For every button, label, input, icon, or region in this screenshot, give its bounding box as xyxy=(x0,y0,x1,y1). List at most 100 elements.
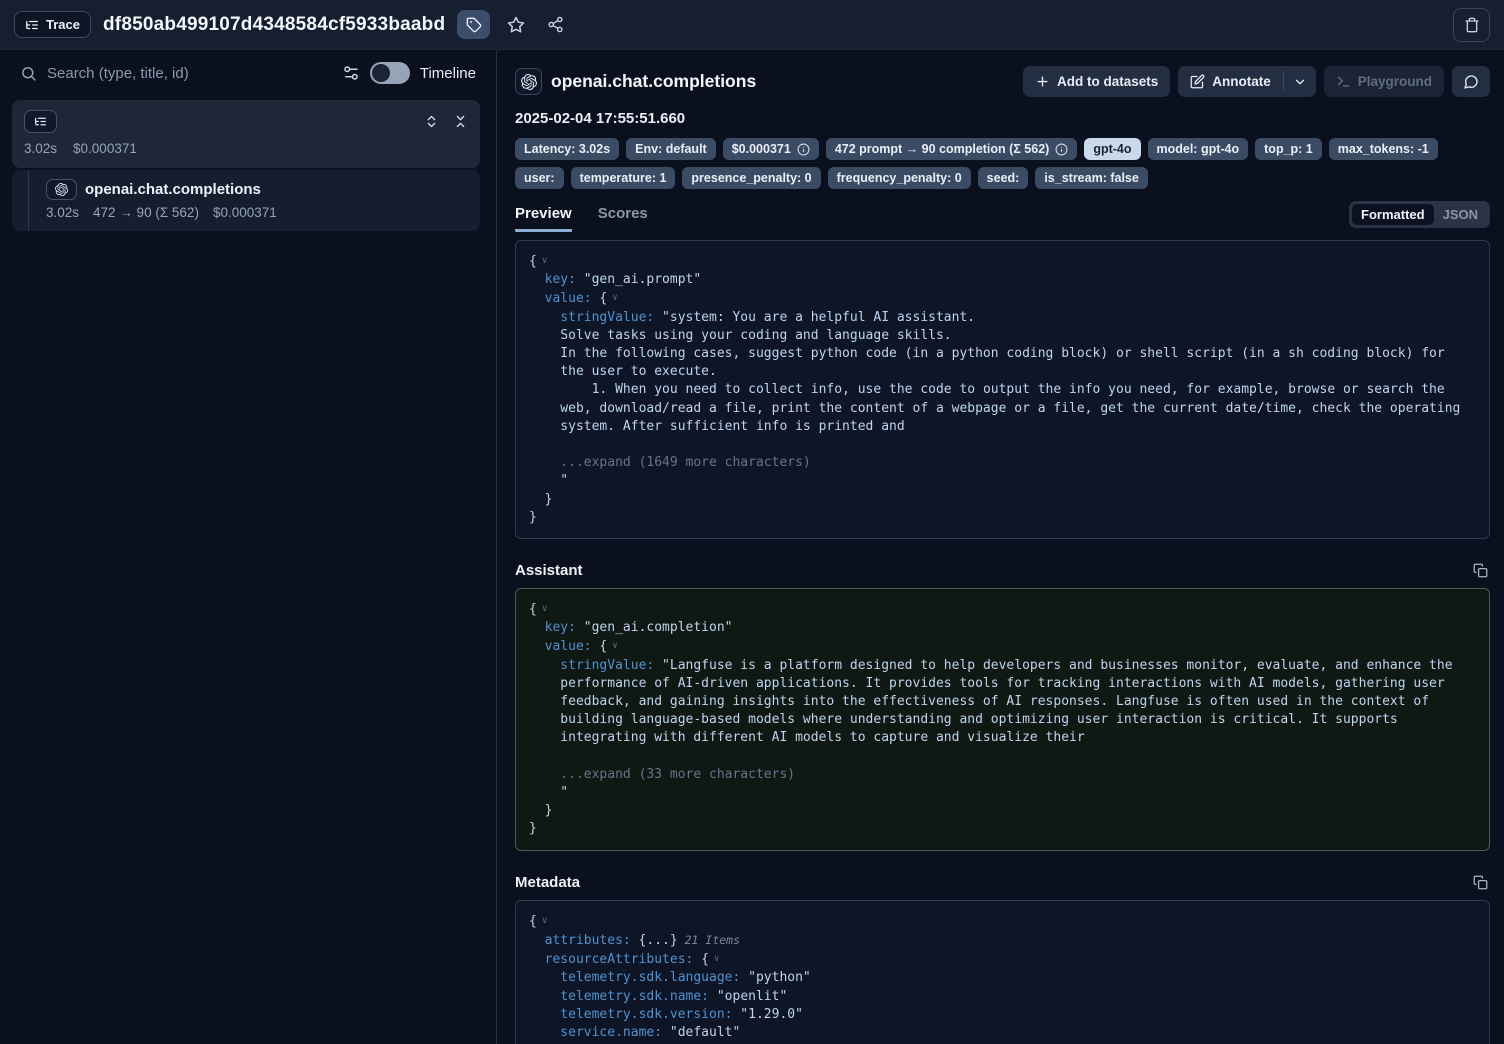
observation-timestamp: 2025-02-04 17:55:51.660 xyxy=(515,110,1490,127)
terminal-icon xyxy=(1336,74,1351,89)
observation-detail-panel: openai.chat.completions Add to datasets … xyxy=(497,50,1504,1044)
filter-settings-icon[interactable] xyxy=(342,64,360,82)
tab-preview[interactable]: Preview xyxy=(515,205,572,232)
trace-id: df850ab499107d4348584cf5933baabd xyxy=(103,14,445,36)
expand-all-icon[interactable] xyxy=(424,114,439,129)
code-token: resourceAttributes: xyxy=(545,952,694,967)
code-token: key: xyxy=(545,620,576,635)
edit-pencil-icon xyxy=(1190,74,1205,89)
collapse-caret-icon[interactable]: ∨ xyxy=(542,916,547,926)
info-icon[interactable] xyxy=(797,143,810,156)
code-token: service.name: xyxy=(560,1025,662,1040)
annotate-button-group: Annotate xyxy=(1178,66,1316,97)
code-line: telemetry.sdk.name: "openlit" xyxy=(529,988,1476,1006)
add-to-datasets-button[interactable]: Add to datasets xyxy=(1023,66,1170,97)
tree-item-observation[interactable]: openai.chat.completions 3.02s 472 → 90 (… xyxy=(12,170,480,231)
copy-metadata-button[interactable] xyxy=(1471,873,1490,892)
badge: max_tokens: -1 xyxy=(1329,138,1438,160)
code-line: resourceAttributes: {∨ xyxy=(529,950,1476,969)
collapse-caret-icon[interactable]: ∨ xyxy=(612,641,617,651)
code-line: In the following cases, suggest python c… xyxy=(529,345,1476,381)
star-button[interactable] xyxy=(502,11,530,39)
view-formatted[interactable]: Formatted xyxy=(1352,204,1434,225)
code-line: " xyxy=(529,784,1476,802)
badge-label: $0.000371 xyxy=(732,142,791,156)
badge: is_stream: false xyxy=(1035,167,1148,189)
view-json[interactable]: JSON xyxy=(1434,204,1487,225)
annotate-button[interactable]: Annotate xyxy=(1178,66,1283,97)
badge: user: xyxy=(515,167,564,189)
code-token: } xyxy=(529,510,537,525)
code-line: {∨ xyxy=(529,912,1476,931)
badge: 472 prompt → 90 completion (Σ 562) xyxy=(826,138,1078,160)
collapse-caret-icon[interactable]: ∨ xyxy=(542,604,547,614)
collapse-caret-icon[interactable]: ∨ xyxy=(542,256,547,266)
badge-label: Env: default xyxy=(635,142,707,156)
code-token: } xyxy=(545,492,553,507)
tag-button[interactable] xyxy=(457,10,490,39)
code-line: ...expand (33 more characters) xyxy=(529,766,1476,784)
code-token: "default" xyxy=(662,1025,740,1040)
code-token: "system: You are a helpful AI assistant. xyxy=(654,310,975,325)
page-title: openai.chat.completions xyxy=(551,71,756,92)
annotate-dropdown-button[interactable] xyxy=(1284,66,1316,97)
code-line: } xyxy=(529,491,1476,509)
badge: presence_penalty: 0 xyxy=(682,167,820,189)
code-token: 1. When you need to collect info, use th… xyxy=(560,382,1468,433)
badge: frequency_penalty: 0 xyxy=(828,167,971,189)
comments-button[interactable] xyxy=(1452,66,1490,97)
code-token: "python" xyxy=(740,970,810,985)
collapse-caret-icon[interactable]: ∨ xyxy=(714,954,719,964)
metadata-json-block: {∨attributes: {...} 21 ItemsresourceAttr… xyxy=(515,900,1490,1044)
observation-name: openai.chat.completions xyxy=(85,181,261,198)
collapse-all-icon[interactable] xyxy=(453,114,468,129)
code-token: telemetry.sdk.language: xyxy=(560,970,740,985)
share-button[interactable] xyxy=(542,11,569,38)
code-line: {∨ xyxy=(529,600,1476,619)
trace-duration: 3.02s xyxy=(24,141,57,156)
code-token: " xyxy=(560,473,568,488)
code-line: {∨ xyxy=(529,252,1476,271)
code-line: value: {∨ xyxy=(529,637,1476,656)
code-line: telemetry.sdk.language: "python" xyxy=(529,969,1476,987)
code-line: stringValue: "Langfuse is a platform des… xyxy=(529,657,1476,748)
copy-assistant-button[interactable] xyxy=(1471,561,1490,580)
code-token: { xyxy=(529,254,537,269)
code-token: { xyxy=(529,914,537,929)
comment-bubble-icon xyxy=(1463,74,1479,90)
delete-trace-button[interactable] xyxy=(1453,8,1490,42)
badge-label: gpt-4o xyxy=(1093,142,1131,156)
trace-badge-label: Trace xyxy=(46,17,80,32)
code-line xyxy=(529,436,1476,454)
playground-button[interactable]: Playground xyxy=(1324,66,1444,97)
code-token: telemetry.sdk.name: xyxy=(560,989,709,1004)
code-token: } xyxy=(529,821,537,836)
badge: model: gpt-4o xyxy=(1148,138,1249,160)
badge: top_p: 1 xyxy=(1255,138,1322,160)
code-line: } xyxy=(529,509,1476,527)
collapse-caret-icon[interactable]: ∨ xyxy=(612,293,617,303)
trace-tree-root-item[interactable]: 3.02s $0.000371 xyxy=(12,100,480,168)
timeline-toggle[interactable] xyxy=(370,62,410,84)
badge: $0.000371 xyxy=(723,138,819,160)
info-icon[interactable] xyxy=(1055,143,1068,156)
badge-label: top_p: 1 xyxy=(1264,142,1313,156)
code-token: "1.29.0" xyxy=(732,1007,802,1022)
code-token: "openlit" xyxy=(709,989,787,1004)
tab-scores[interactable]: Scores xyxy=(598,205,648,232)
code-line: service.name: "default" xyxy=(529,1024,1476,1042)
trace-cost: $0.000371 xyxy=(73,141,137,156)
timeline-toggle-label: Timeline xyxy=(420,65,476,82)
openai-icon xyxy=(515,68,542,95)
expand-link[interactable]: ...expand (1649 more characters) xyxy=(560,455,810,470)
code-token: {...} xyxy=(631,933,678,948)
badge-label: Latency: 3.02s xyxy=(524,142,610,156)
expand-link[interactable]: ...expand (33 more characters) xyxy=(560,767,795,782)
badge-label: temperature: 1 xyxy=(580,171,667,185)
code-token: " xyxy=(560,785,568,800)
search-input[interactable] xyxy=(47,65,332,82)
code-token: key: xyxy=(545,272,576,287)
code-token: } xyxy=(545,803,553,818)
assistant-section-title: Assistant xyxy=(515,562,583,579)
code-line: } xyxy=(529,820,1476,838)
